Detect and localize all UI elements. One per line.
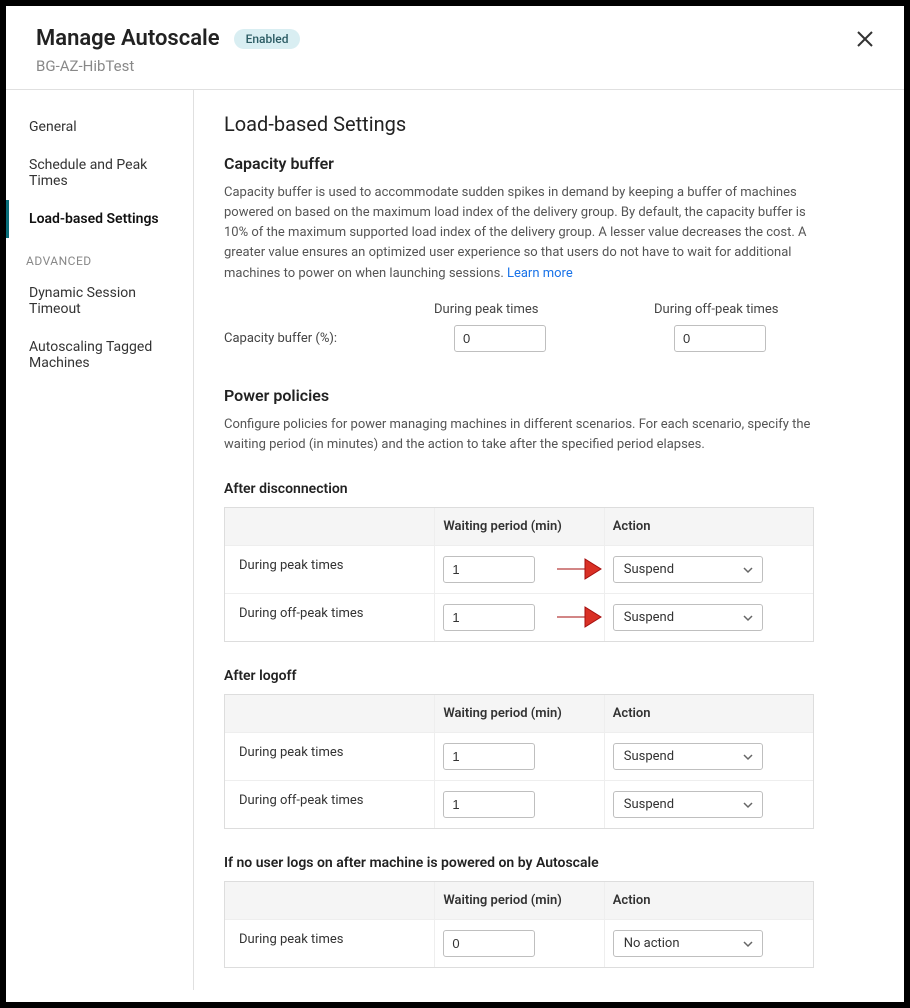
row-label: During peak times — [225, 733, 434, 780]
wait-input[interactable] — [443, 791, 535, 818]
arrow-icon — [555, 603, 603, 631]
arrow-icon — [555, 555, 603, 583]
table-row: During peak times Suspend — [225, 546, 813, 594]
row-label: During peak times — [225, 920, 434, 967]
capacity-heading: Capacity buffer — [224, 154, 874, 173]
capacity-peak-input[interactable] — [454, 325, 546, 352]
wait-input[interactable] — [443, 930, 535, 957]
power-heading: Power policies — [224, 386, 874, 405]
action-select[interactable]: Suspend — [613, 556, 763, 583]
chevron-down-icon — [742, 564, 752, 574]
table-row: During off-peak times Suspend — [225, 594, 813, 641]
disc-table: Waiting period (min) Action During peak … — [224, 507, 814, 642]
chevron-down-icon — [742, 938, 752, 948]
wait-input[interactable] — [443, 556, 535, 583]
page-title: Manage Autoscale — [36, 26, 220, 51]
wait-input[interactable] — [443, 743, 535, 770]
chevron-down-icon — [742, 799, 752, 809]
sidebar-section-label: ADVANCED — [6, 238, 193, 274]
sidebar-item-schedule[interactable]: Schedule and Peak Times — [6, 146, 193, 200]
learn-more-link[interactable]: Learn more — [507, 266, 573, 281]
power-desc: Configure policies for power managing ma… — [224, 415, 824, 455]
nouser-table: Waiting period (min) Action During peak … — [224, 881, 814, 968]
sidebar-item-tagged-machines[interactable]: Autoscaling Tagged Machines — [6, 328, 193, 382]
select-value: Suspend — [624, 797, 674, 812]
disc-title: After disconnection — [224, 481, 874, 497]
capacity-desc: Capacity buffer is used to accommodate s… — [224, 183, 824, 284]
action-select[interactable]: No action — [613, 930, 763, 957]
chevron-down-icon — [742, 612, 752, 622]
close-icon[interactable] — [856, 30, 874, 53]
wait-input[interactable] — [443, 604, 535, 631]
page-subtitle: BG-AZ-HibTest — [36, 57, 300, 75]
col-wait: Waiting period (min) — [434, 508, 603, 545]
table-row: During peak times No action — [225, 920, 813, 967]
col-action: Action — [604, 695, 813, 732]
select-value: Suspend — [624, 562, 674, 577]
row-label: During peak times — [225, 546, 434, 593]
action-select[interactable]: Suspend — [613, 791, 763, 818]
col-action: Action — [604, 882, 813, 919]
sidebar-item-general[interactable]: General — [6, 108, 193, 146]
chevron-down-icon — [742, 751, 752, 761]
row-label: During off-peak times — [225, 781, 434, 828]
row-label: During off-peak times — [225, 594, 434, 641]
sidebar-item-load-based[interactable]: Load-based Settings — [6, 200, 193, 238]
status-badge: Enabled — [234, 29, 301, 49]
section-title: Load-based Settings — [224, 112, 874, 136]
select-value: Suspend — [624, 610, 674, 625]
select-value: Suspend — [624, 749, 674, 764]
select-value: No action — [624, 936, 680, 951]
action-select[interactable]: Suspend — [613, 743, 763, 770]
logoff-table: Waiting period (min) Action During peak … — [224, 694, 814, 829]
col-action: Action — [604, 508, 813, 545]
table-row: During off-peak times Suspend — [225, 781, 813, 828]
cb-col-peak: During peak times — [434, 302, 634, 317]
cb-row-label: Capacity buffer (%): — [224, 331, 434, 346]
col-wait: Waiting period (min) — [434, 695, 603, 732]
col-wait: Waiting period (min) — [434, 882, 603, 919]
nouser-title: If no user logs on after machine is powe… — [224, 855, 874, 871]
logoff-title: After logoff — [224, 668, 874, 684]
table-row: During peak times Suspend — [225, 733, 813, 781]
cb-col-offpeak: During off-peak times — [654, 302, 854, 317]
action-select[interactable]: Suspend — [613, 604, 763, 631]
capacity-offpeak-input[interactable] — [674, 325, 766, 352]
sidebar-item-dynamic-timeout[interactable]: Dynamic Session Timeout — [6, 274, 193, 328]
